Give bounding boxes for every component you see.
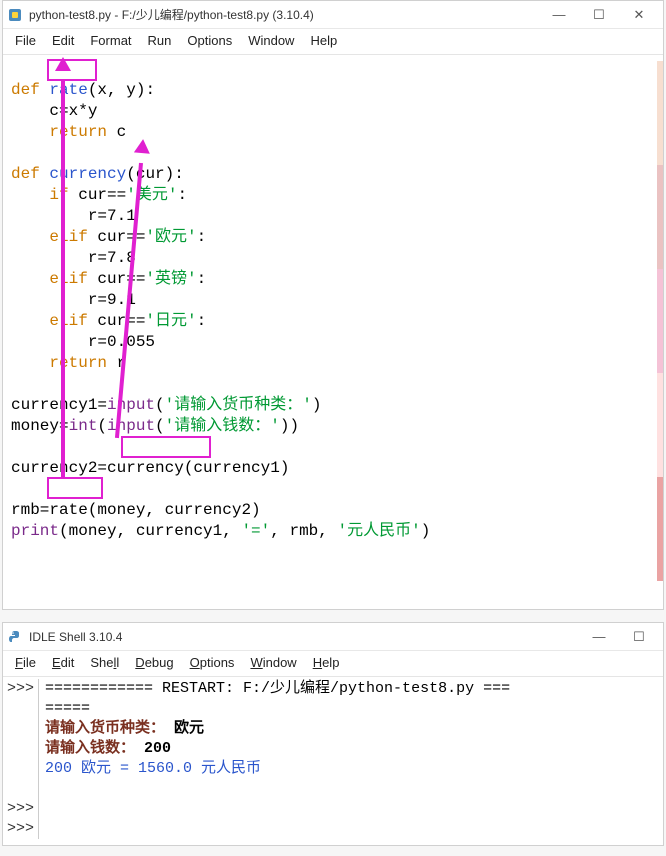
code-text: (money, currency2) xyxy=(88,501,261,519)
code-text: c xyxy=(107,123,126,141)
code-text: ) xyxy=(421,522,431,540)
shell-window-controls: — ☐ xyxy=(579,625,659,649)
fn-rate-call: rate xyxy=(49,501,87,519)
minimize-button[interactable]: — xyxy=(579,625,619,649)
kw-elif: elif xyxy=(49,312,87,330)
menu-edit[interactable]: Edit xyxy=(44,653,82,672)
code-text: rmb= xyxy=(11,501,49,519)
kw-def: def xyxy=(11,165,40,183)
code-text: ) xyxy=(312,396,322,414)
menu-file[interactable]: File xyxy=(7,653,44,672)
code-text: : xyxy=(177,186,187,204)
code-text: (money, currency1, xyxy=(59,522,241,540)
editor-code[interactable]: def rate(x, y): c=x*y return c def curre… xyxy=(3,55,663,605)
shell-user-input-2: 200 xyxy=(135,740,171,757)
shell-separator: ===== xyxy=(45,700,90,717)
fn-rate-def: rate xyxy=(49,81,87,99)
maximize-button[interactable]: ☐ xyxy=(619,625,659,649)
code-text: (cur): xyxy=(126,165,184,183)
code-text: , rmb, xyxy=(270,522,337,540)
code-text: c=x*y xyxy=(11,102,97,120)
str-prompt2: '请输入钱数：' xyxy=(165,417,280,435)
shell-user-input-1: 欧元 xyxy=(165,720,204,737)
editor-titlebar: python-test8.py - F:/少儿编程/python-test8.p… xyxy=(3,1,663,29)
editor-title: python-test8.py - F:/少儿编程/python-test8.p… xyxy=(29,6,314,23)
shell-prompt-gutter: >>> >>> >>> xyxy=(3,679,39,839)
builtin-input: input xyxy=(107,417,155,435)
kw-if: if xyxy=(49,186,68,204)
builtin-int: int xyxy=(69,417,98,435)
str-usd: '美元' xyxy=(126,186,177,204)
fn-currency-def: currency xyxy=(49,165,126,183)
shell-restart-line: RESTART: F:/少儿编程/python-test8.py === xyxy=(153,680,510,697)
code-text: cur== xyxy=(88,312,146,330)
maximize-button[interactable]: ☐ xyxy=(579,3,619,27)
builtin-input: input xyxy=(107,396,155,414)
idle-shell-window: IDLE Shell 3.10.4 — ☐ File Edit Shell De… xyxy=(2,622,664,846)
python-icon xyxy=(7,629,23,645)
str-jpy: '日元' xyxy=(145,312,196,330)
editor-menubar: File Edit Format Run Options Window Help xyxy=(3,29,663,55)
str-gbp: '英镑' xyxy=(145,270,196,288)
code-text: currency2= xyxy=(11,459,107,477)
builtin-print: print xyxy=(11,522,59,540)
str-eq: '=' xyxy=(241,522,270,540)
str-rmb: '元人民币' xyxy=(337,522,420,540)
code-text: (currency1) xyxy=(184,459,290,477)
close-button[interactable]: ✕ xyxy=(619,3,659,27)
menu-options[interactable]: Options xyxy=(182,653,243,672)
minimize-button[interactable]: — xyxy=(539,3,579,27)
code-text: (x, y): xyxy=(88,81,155,99)
idle-editor-window: python-test8.py - F:/少儿编程/python-test8.p… xyxy=(2,0,664,610)
shell-menubar: File Edit Shell Debug Options Window Hel… xyxy=(3,651,663,677)
code-text: r=7.1 xyxy=(11,207,136,225)
shell-input-prompt-1: 请输入货币种类： xyxy=(45,720,165,737)
code-text: ( xyxy=(155,396,165,414)
str-eur: '欧元' xyxy=(145,228,196,246)
fn-currency-call: currency xyxy=(107,459,184,477)
shell-output[interactable]: >>> >>> >>> ============ RESTART: F:/少儿编… xyxy=(3,677,663,841)
code-text: : xyxy=(197,270,207,288)
code-text: : xyxy=(197,312,207,330)
str-prompt1: '请输入货币种类：' xyxy=(165,396,312,414)
menu-window[interactable]: Window xyxy=(242,653,304,672)
menu-format[interactable]: Format xyxy=(82,31,139,50)
python-file-icon xyxy=(7,7,23,23)
menu-run[interactable]: Run xyxy=(140,31,180,50)
menu-help[interactable]: Help xyxy=(305,653,348,672)
kw-elif: elif xyxy=(49,270,87,288)
menu-shell[interactable]: Shell xyxy=(82,653,127,672)
code-text: currency1= xyxy=(11,396,107,414)
kw-elif: elif xyxy=(49,228,87,246)
menu-file[interactable]: File xyxy=(7,31,44,50)
code-text: r=9.1 xyxy=(11,291,136,309)
code-text: ( xyxy=(97,417,107,435)
kw-return: return xyxy=(49,123,107,141)
menu-window[interactable]: Window xyxy=(240,31,302,50)
shell-title: IDLE Shell 3.10.4 xyxy=(29,630,122,644)
kw-return: return xyxy=(49,354,107,372)
shell-result-line: 200 欧元 = 1560.0 元人民币 xyxy=(45,760,261,777)
menu-options[interactable]: Options xyxy=(179,31,240,50)
menu-edit[interactable]: Edit xyxy=(44,31,82,50)
code-text: : xyxy=(197,228,207,246)
shell-body: ============ RESTART: F:/少儿编程/python-tes… xyxy=(39,679,663,839)
kw-def: def xyxy=(11,81,40,99)
code-text: cur== xyxy=(69,186,127,204)
menu-help[interactable]: Help xyxy=(302,31,345,50)
code-text: r=0.055 xyxy=(11,333,155,351)
code-text: )) xyxy=(280,417,299,435)
code-text: cur== xyxy=(88,270,146,288)
menu-debug[interactable]: Debug xyxy=(127,653,181,672)
shell-titlebar: IDLE Shell 3.10.4 — ☐ xyxy=(3,623,663,651)
code-text: ( xyxy=(155,417,165,435)
editor-window-controls: — ☐ ✕ xyxy=(539,3,659,27)
code-text: money= xyxy=(11,417,69,435)
code-text: r=7.8 xyxy=(11,249,136,267)
code-text: cur== xyxy=(88,228,146,246)
code-text: r xyxy=(107,354,126,372)
shell-separator: ============ xyxy=(45,680,153,697)
shell-input-prompt-2: 请输入钱数： xyxy=(45,740,135,757)
